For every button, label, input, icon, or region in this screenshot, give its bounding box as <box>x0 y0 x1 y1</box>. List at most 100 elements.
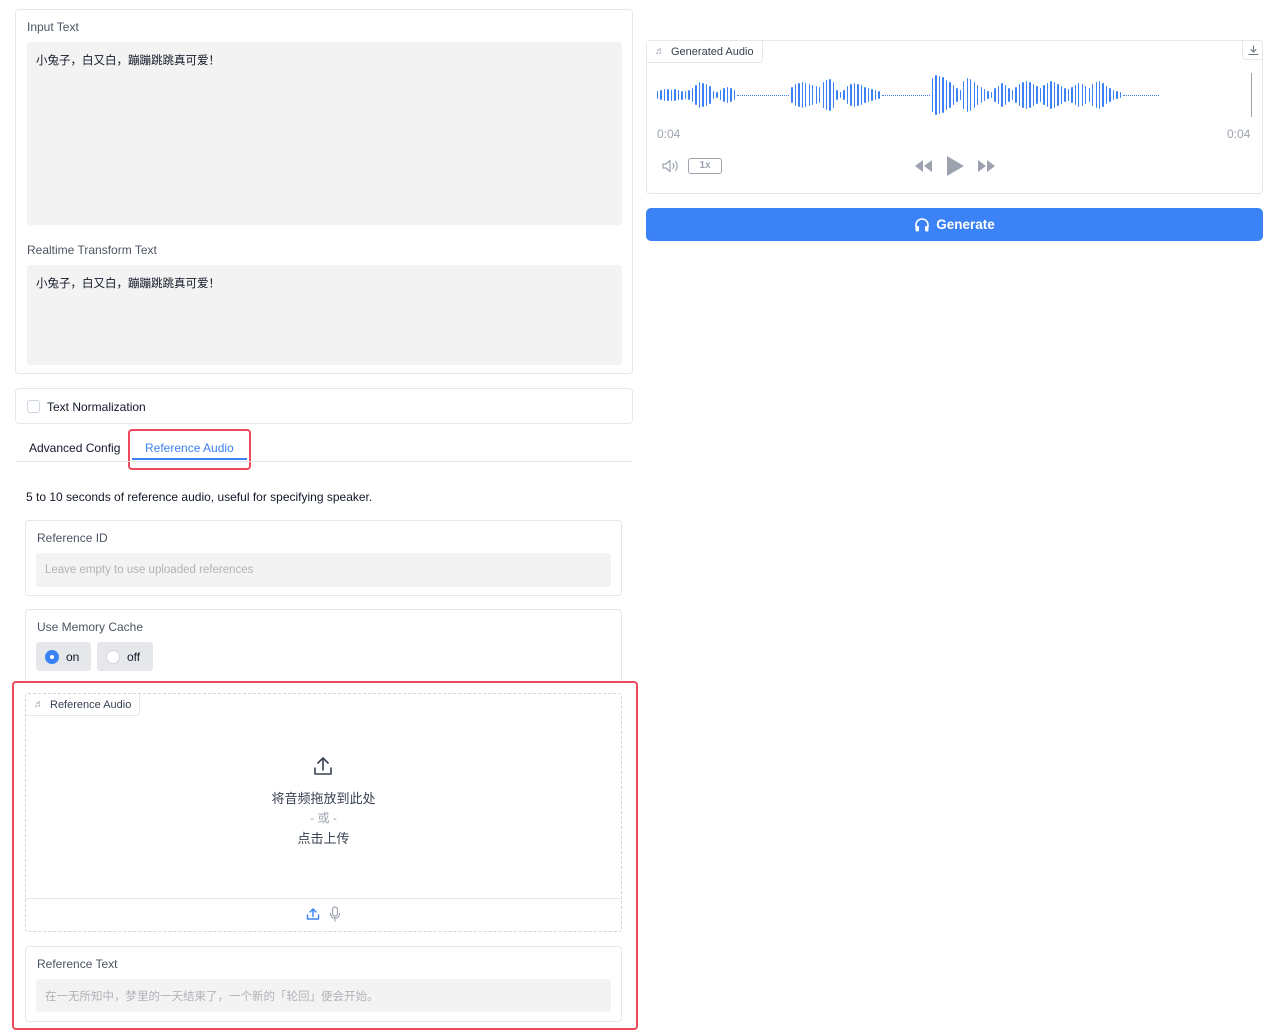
memory-cache-label: Use Memory Cache <box>37 620 144 634</box>
upload-area[interactable]: 将音频拖放到此处 - 或 - 点击上传 <box>26 716 621 898</box>
waveform-bar <box>935 75 937 115</box>
waveform-bar <box>677 90 680 100</box>
click-upload-text: 点击上传 <box>297 832 350 847</box>
waveform-bar <box>984 89 986 101</box>
waveform-silence <box>737 94 790 96</box>
generated-audio-label: Generated Audio <box>671 45 754 58</box>
waveform-bar <box>1057 84 1059 106</box>
waveform-bar <box>867 88 870 102</box>
waveform-bar <box>1018 84 1021 106</box>
waveform-bar <box>997 86 1000 104</box>
memory-cache-off-option[interactable]: off <box>97 642 153 671</box>
waveform-bar <box>945 80 948 110</box>
waveform-bar <box>864 87 866 103</box>
waveform-bar <box>670 89 673 101</box>
waveform-bar <box>956 88 958 102</box>
radio-on[interactable] <box>45 649 59 664</box>
input-text-area[interactable]: 小兔子，白又白，蹦蹦跳跳真可爱！ <box>27 42 622 225</box>
waveform-bar <box>667 89 669 101</box>
waveform-bar <box>1074 85 1076 105</box>
tab-advanced-config[interactable]: Advanced Config <box>29 441 120 455</box>
waveform-bar <box>1092 84 1094 106</box>
waveform-bar <box>938 76 941 114</box>
download-button[interactable] <box>1242 41 1263 60</box>
waveform-bar <box>871 89 873 101</box>
waveform-bar <box>657 91 659 99</box>
waveform-bar <box>1081 84 1083 106</box>
waveform-bar <box>674 89 676 101</box>
tab-reference-audio[interactable]: Reference Audio <box>145 441 234 455</box>
waveform-bar <box>698 82 701 108</box>
skip-forward-icon[interactable] <box>977 159 997 173</box>
reference-id-panel: Reference ID Leave empty to use uploaded… <box>25 520 622 596</box>
waveform-bar <box>730 88 732 102</box>
input-text-label: Input Text <box>27 20 79 34</box>
reference-audio-tag: ♬ Reference Audio <box>26 694 141 716</box>
play-icon[interactable] <box>945 155 965 177</box>
waveform-bar <box>1085 86 1087 104</box>
drop-or-text: - 或 - <box>310 811 337 825</box>
waveform-bar <box>1105 86 1108 104</box>
normalization-checkbox[interactable] <box>27 400 40 413</box>
text-panel: Input Text 小兔子，白又白，蹦蹦跳跳真可爱！ Realtime Tra… <box>15 9 633 374</box>
waveform-bar <box>812 85 814 105</box>
waveform-bar <box>825 80 828 110</box>
waveform-bar <box>966 78 968 112</box>
waveform-bar <box>1102 83 1104 107</box>
waveform-bar <box>691 88 694 102</box>
waveform-bar <box>695 85 697 105</box>
waveform-bar <box>1029 82 1031 108</box>
playback-speed-button[interactable]: 1x <box>688 158 722 174</box>
reference-id-input[interactable]: Leave empty to use uploaded references <box>36 553 611 587</box>
waveform-bar <box>1119 92 1122 98</box>
waveform-bar <box>1109 88 1111 102</box>
waveform-bar <box>990 92 993 98</box>
waveform-bar <box>1011 90 1014 100</box>
waveform-bar <box>980 87 982 103</box>
generate-button-label: Generate <box>936 217 995 232</box>
waveform-bar <box>843 90 845 100</box>
reference-audio-dropzone[interactable]: ♬ Reference Audio 将音频拖放到此处 - 或 - 点击上传 <box>25 693 622 932</box>
waveform-bar <box>791 87 793 103</box>
duration-time: 0:04 <box>1227 127 1251 141</box>
radio-off[interactable] <box>106 649 120 664</box>
waveform-bar <box>832 82 835 108</box>
waveform-bar <box>709 86 711 104</box>
memory-cache-on-option[interactable]: on <box>36 642 91 671</box>
generate-button[interactable]: Generate <box>646 208 1263 241</box>
waveform-bar <box>970 79 972 111</box>
reference-text-input[interactable]: 在一无所知中，梦里的一天结束了，一个新的「轮回」便会开始。 <box>36 979 611 1012</box>
waveform-bar <box>846 86 849 104</box>
waveform-bar <box>1039 88 1042 102</box>
waveform-bar <box>1022 82 1024 108</box>
music-note-icon: ♬ <box>34 698 44 710</box>
waveform-bar <box>663 89 666 101</box>
skip-backward-icon[interactable] <box>913 159 933 173</box>
waveform-bar <box>1112 90 1115 100</box>
normalization-label: Text Normalization <box>47 400 146 414</box>
waveform-bar <box>808 84 810 106</box>
microphone-icon[interactable] <box>329 906 341 922</box>
waveform-bar <box>1008 88 1010 102</box>
waveform-bar <box>1116 91 1118 99</box>
waveform-bar <box>805 83 807 107</box>
waveform-bar <box>1025 81 1028 109</box>
waveform[interactable] <box>657 73 1251 117</box>
upload-source-icon[interactable] <box>306 907 320 921</box>
waveform-bar <box>1053 82 1056 108</box>
memory-cache-panel: Use Memory Cache on off <box>25 609 622 685</box>
waveform-bar <box>798 83 800 107</box>
waveform-bar <box>815 86 817 104</box>
waveform-bar <box>688 90 690 100</box>
transform-text-area[interactable]: 小兔子，白又白，蹦蹦跳跳真可爱！ <box>27 265 622 365</box>
waveform-bar <box>931 78 934 112</box>
waveform-bar <box>994 88 996 102</box>
waveform-bar <box>850 84 852 106</box>
download-icon <box>1247 44 1259 55</box>
waveform-bar <box>1060 86 1063 104</box>
volume-icon[interactable] <box>661 158 681 174</box>
waveform-bar <box>1095 82 1097 108</box>
waveform-bar <box>829 79 831 111</box>
waveform-bar <box>1046 83 1049 107</box>
waveform-silence <box>1123 94 1160 96</box>
